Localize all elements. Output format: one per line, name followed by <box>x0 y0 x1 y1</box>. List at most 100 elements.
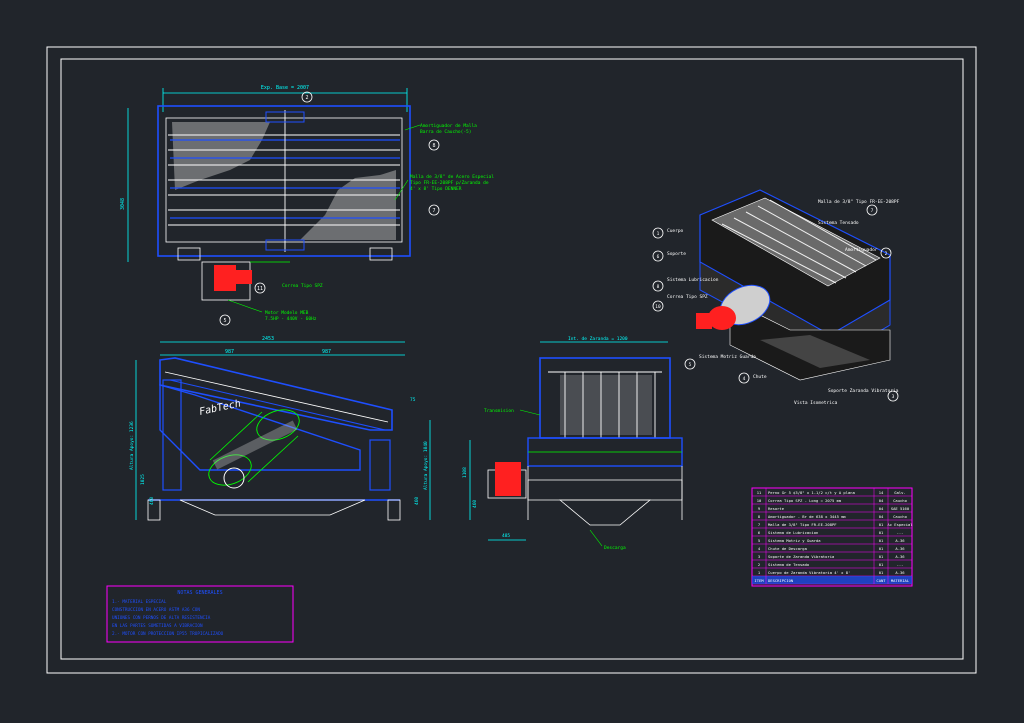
parts-cell: Chute de Descarga <box>768 546 807 551</box>
svg-text:1.- MATERIAL ESPECIAL: 1.- MATERIAL ESPECIAL <box>112 599 167 605</box>
parts-cell: 01 <box>879 530 884 535</box>
parts-cell: Perno Gr 5 ¢3/8" x 1-1/2 c/t y A plana <box>768 490 855 495</box>
parts-cell: 8 <box>758 514 761 519</box>
iso-label-2: Amortiguador <box>845 247 878 253</box>
svg-text:6: 6 <box>657 254 660 260</box>
svg-text:7: 7 <box>871 208 874 214</box>
iso-caption: Vista Isometrica <box>794 400 838 406</box>
svg-text:2.- MOTOR CON PROTECCION IP55: 2.- MOTOR CON PROTECCION IP55 TROPICALIZ… <box>112 631 224 637</box>
note-damper: Amortiguador de Malla Barra de Caucho(-5… <box>404 123 477 135</box>
notes-title: NOTAS GENERALES <box>177 590 222 596</box>
svg-text:Motor Modelo MEB: Motor Modelo MEB <box>265 310 309 316</box>
iso-label-10: Correa Tipo SPZ <box>667 294 708 300</box>
parts-cell: Amortiguador - Br de 638 x 3445 mm <box>768 514 846 519</box>
parts-cell: Malla de 3/8" Tipo FR-EE-208PF <box>768 522 837 527</box>
svg-text:10: 10 <box>655 304 661 310</box>
parts-header-cell: MATERIAL <box>891 578 910 583</box>
side-brand: FabTech <box>198 398 242 418</box>
parts-cell: 04 <box>879 506 884 511</box>
note-belt: Correa Tipo SPZ <box>282 283 323 289</box>
parts-cell: 01 <box>879 554 884 559</box>
parts-cell: 1 <box>758 570 761 575</box>
drawing-sheet: Exp. Base = 2007 2 3048 Amortiguador de … <box>0 0 1024 719</box>
side-base-dim: 460 <box>149 497 155 505</box>
side-left-dim: 987 <box>225 349 234 355</box>
parts-cell: Soporte de Zaranda Vibratoria <box>768 554 834 559</box>
parts-table: 11 Perno Gr 5 ¢3/8" x 1-1/2 c/t y A plana… <box>751 487 913 587</box>
parts-cell: 01 <box>879 538 884 543</box>
front-discharge-label: Descarga <box>604 545 626 551</box>
svg-text:Amortiguador de Malla: Amortiguador de Malla <box>420 123 477 129</box>
parts-cell: Ac Especial <box>887 522 912 527</box>
svg-text:5: 5 <box>689 362 692 368</box>
svg-text:Barra de Caucho(-5): Barra de Caucho(-5) <box>420 129 471 135</box>
parts-cell: A-36 <box>895 554 905 559</box>
iso-view: 1 Cuerpo 6 Soporte 8 Sistema Lubricacion… <box>652 189 900 406</box>
parts-cell: Caucho <box>893 498 907 503</box>
parts-cell: A-36 <box>895 570 905 575</box>
parts-cell: Cuerpo de Zaranda Vibratoria 4' x 8' <box>768 570 850 575</box>
svg-text:CONSTRUCCION EN ACERO ASTM A36: CONSTRUCCION EN ACERO ASTM A36 CON <box>112 607 200 613</box>
parts-cell: 7 <box>758 522 760 527</box>
side-right-dim: 987 <box>322 349 331 355</box>
front-base-dim: 460 <box>472 500 478 508</box>
iso-motor <box>708 306 736 330</box>
side-height-left: Altura Apoyo: 1236 <box>129 421 135 470</box>
parts-cell: 3 <box>758 554 760 559</box>
svg-text:3: 3 <box>892 394 895 400</box>
top-height-dim: 3048 <box>120 198 126 210</box>
parts-cell: 14 <box>879 490 884 495</box>
parts-cell: 6 <box>758 530 761 535</box>
svg-text:Malla de 3/8" de Acero Especia: Malla de 3/8" de Acero Especial <box>410 174 494 180</box>
parts-cell: 10 <box>757 498 762 503</box>
callout-7: 7 <box>432 208 435 214</box>
iso-label-5: Sistema Motriz Guarda <box>699 354 756 360</box>
parts-cell: Resorte <box>768 506 785 511</box>
iso-label-1: Cuerpo <box>667 228 684 234</box>
parts-cell: 01 <box>879 570 884 575</box>
callout-8: 8 <box>432 143 435 149</box>
parts-cell: 11 <box>757 490 762 495</box>
iso-label-8: Sistema Lubricacion <box>667 277 719 283</box>
side-right-2-dim: 460 <box>414 497 420 505</box>
front-transmission-label: Transmision <box>484 408 514 414</box>
mesh-hatch-2 <box>300 170 396 240</box>
parts-cell: Sistema de Tensado <box>768 562 810 567</box>
parts-cell: A-36 <box>895 538 905 543</box>
side-deck <box>159 357 393 431</box>
iso-callout-1: 1 <box>657 231 660 237</box>
side-view: 2453 987 987 FabTech Altura Apoyo: 1236 … <box>129 336 431 521</box>
svg-text:EN LAS PARTES SOMETIDAS A VIBR: EN LAS PARTES SOMETIDAS A VIBRACION <box>112 623 203 629</box>
motor-front <box>495 462 521 496</box>
side-mid-dim: 1025 <box>140 474 146 485</box>
parts-cell: 4 <box>758 546 761 551</box>
parts-cell: 04 <box>879 514 884 519</box>
iso-label-4: Chute <box>753 374 767 380</box>
parts-cell: Sistema Motriz y Guarda <box>768 538 821 543</box>
iso-label-3: Soporte Zaranda Vibratoria <box>828 388 899 394</box>
parts-cell: 04 <box>879 498 884 503</box>
svg-text:Tipo FR-EE-208PF p/Zaranda de: Tipo FR-EE-208PF p/Zaranda de <box>410 180 489 186</box>
parts-cell: 5 <box>758 538 760 543</box>
parts-cell: A-36 <box>895 546 905 551</box>
callout-5: 5 <box>223 318 226 324</box>
note-motor: Motor Modelo MEB 7.5HP - 440V - 60Hz <box>227 299 317 322</box>
top-width-dim: Exp. Base = 2007 <box>261 85 309 91</box>
parts-header-cell: ITEM <box>754 578 764 583</box>
top-view: Exp. Base = 2007 2 3048 Amortiguador de … <box>120 85 494 326</box>
front-height-dim: 1108 <box>462 467 468 478</box>
side-height-right: Altura Apoyo: 1040 <box>423 441 429 490</box>
parts-cell: --- <box>897 562 904 567</box>
motor-top <box>214 265 236 291</box>
svg-text:7.5HP - 440V - 60Hz: 7.5HP - 440V - 60Hz <box>265 316 317 322</box>
parts-cell: 01 <box>879 562 884 567</box>
parts-header-cell: DESCRIPCION <box>768 578 794 583</box>
parts-cell: 2 <box>758 562 760 567</box>
parts-cell: Caucho <box>893 514 907 519</box>
parts-cell: Correa Tipo SPZ - Long = 2075 mm <box>768 498 842 503</box>
parts-header-cell: CANT <box>876 578 886 583</box>
svg-text:UNIONES CON PERNOS DE ALTA RES: UNIONES CON PERNOS DE ALTA RESISTENCIA <box>112 615 211 621</box>
iso-label-7: Malla de 3/8" Tipo FR-EE-208PF <box>818 199 900 205</box>
front-top-dim: Int. de Zaranda = 1200 <box>568 336 628 342</box>
parts-cell: Sistema de Lubricacion <box>768 530 818 535</box>
